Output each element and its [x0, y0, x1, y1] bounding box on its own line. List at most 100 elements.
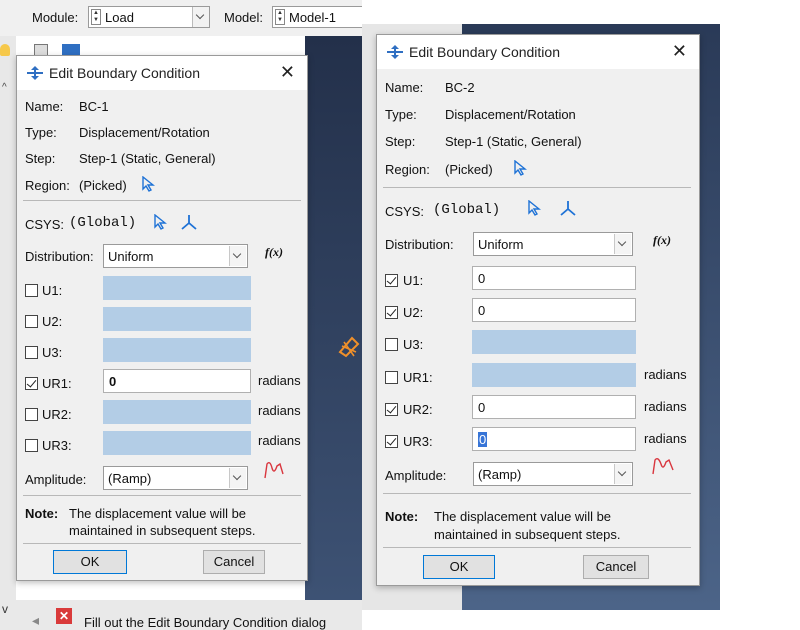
ur1-checkbox[interactable]: [25, 377, 38, 390]
back-arrow-icon[interactable]: ◂: [32, 612, 39, 629]
note-label: Note:: [385, 509, 419, 524]
spin-icon: ▲ ▼: [91, 9, 101, 25]
amplitude-value: (Ramp): [108, 471, 152, 486]
ur1-label: UR1:: [42, 376, 72, 391]
amplitude-curve-icon[interactable]: [263, 460, 285, 480]
model-combo[interactable]: ▲ ▼ Model-1: [272, 6, 362, 28]
dialog-titlebar[interactable]: Edit Boundary Condition ✕: [17, 56, 307, 90]
region-value: (Picked): [79, 178, 127, 193]
close-icon[interactable]: ✕: [280, 62, 295, 83]
ur3-unit: radians: [258, 433, 301, 448]
ur2-label: UR2:: [403, 402, 433, 417]
pick-pointer-icon[interactable]: [141, 176, 155, 192]
dialog-titlebar[interactable]: Edit Boundary Condition ✕: [377, 35, 699, 69]
step-value: Step-1 (Static, General): [79, 151, 216, 166]
prompt-bar: v ◂ ✕ Fill out the Edit Boundary Conditi…: [0, 600, 362, 630]
module-value: Load: [105, 10, 134, 25]
u3-input[interactable]: [472, 330, 636, 354]
cancel-button[interactable]: Cancel: [583, 555, 649, 579]
u3-checkbox[interactable]: [25, 346, 38, 359]
cancel-x-icon[interactable]: ✕: [56, 608, 72, 624]
u1-input[interactable]: [103, 276, 251, 300]
fx-icon[interactable]: f(x): [265, 245, 283, 260]
csys-axes-icon[interactable]: [559, 200, 577, 216]
ur1-checkbox[interactable]: [385, 371, 398, 384]
ur3-checkbox[interactable]: [25, 439, 38, 452]
ok-button[interactable]: OK: [53, 550, 127, 574]
viewport[interactable]: [305, 36, 362, 616]
u2-input[interactable]: [103, 307, 251, 331]
left-toolbox: ^: [0, 36, 16, 616]
ok-button[interactable]: OK: [423, 555, 495, 579]
amplitude-curve-icon[interactable]: [651, 456, 675, 476]
cancel-button[interactable]: Cancel: [203, 550, 265, 574]
spin-icon: ▲ ▼: [275, 9, 285, 25]
type-label: Type:: [385, 107, 417, 122]
ur3-label: UR3:: [42, 438, 72, 453]
u2-checkbox[interactable]: [385, 306, 398, 319]
u1-input[interactable]: 0: [472, 266, 636, 290]
dialog-body: Name: BC-1 Type: Displacement/Rotation S…: [17, 90, 307, 580]
u3-input[interactable]: [103, 338, 251, 362]
chevron-up-icon[interactable]: ^: [2, 82, 7, 93]
region-label: Region:: [385, 162, 430, 177]
dialog-title: Edit Boundary Condition: [409, 44, 560, 60]
ur3-input[interactable]: 0: [472, 427, 636, 451]
model-label: Model:: [224, 10, 264, 25]
ur1-label: UR1:: [403, 370, 433, 385]
step-label: Step:: [25, 151, 56, 166]
u1-label: U1:: [403, 273, 424, 288]
distribution-value: Uniform: [108, 249, 154, 264]
type-value: Displacement/Rotation: [445, 107, 576, 122]
pick-pointer-icon[interactable]: [527, 200, 541, 216]
dialog-title: Edit Boundary Condition: [49, 65, 200, 81]
chevron-down-icon: [229, 468, 246, 488]
ur2-checkbox[interactable]: [25, 408, 38, 421]
amplitude-select[interactable]: (Ramp): [103, 466, 248, 490]
chevron-down-icon[interactable]: v: [2, 602, 8, 616]
close-icon[interactable]: ✕: [672, 41, 687, 62]
distribution-label: Distribution:: [25, 249, 94, 264]
model-value: Model-1: [289, 10, 336, 25]
u1-checkbox[interactable]: [385, 274, 398, 287]
ur2-checkbox[interactable]: [385, 403, 398, 416]
u1-checkbox[interactable]: [25, 284, 38, 297]
csys-axes-icon[interactable]: [180, 214, 198, 230]
ur2-input[interactable]: [103, 400, 251, 424]
note-line-1: The displacement value will be: [69, 506, 247, 521]
csys-label: CSYS:: [25, 217, 65, 232]
distribution-select[interactable]: Uniform: [103, 244, 248, 268]
amplitude-select[interactable]: (Ramp): [473, 462, 633, 486]
chevron-down-icon: [614, 464, 631, 484]
ur3-input[interactable]: [103, 431, 251, 455]
step-label: Step:: [385, 134, 416, 149]
name-label: Name:: [385, 80, 424, 95]
separator: [383, 187, 691, 188]
ur3-checkbox[interactable]: [385, 435, 398, 448]
u3-checkbox[interactable]: [385, 338, 398, 351]
ur3-selected-value: 0: [478, 432, 488, 447]
pick-pointer-icon[interactable]: [153, 214, 167, 230]
pick-pointer-icon[interactable]: [513, 160, 527, 176]
name-value: BC-2: [445, 80, 475, 95]
amplitude-label: Amplitude:: [385, 468, 447, 483]
note-line-2: maintained in subsequent steps.: [69, 523, 256, 538]
chevron-down-icon: [614, 234, 631, 254]
chevron-down-icon: [192, 7, 209, 27]
distribution-select[interactable]: Uniform: [473, 232, 633, 256]
u2-checkbox[interactable]: [25, 315, 38, 328]
ur1-input[interactable]: [472, 363, 636, 387]
ur2-label: UR2:: [42, 407, 72, 422]
distribution-value: Uniform: [478, 237, 524, 252]
ur2-input[interactable]: 0: [472, 395, 636, 419]
csys-value: (Global): [433, 202, 501, 218]
distribution-label: Distribution:: [385, 237, 454, 252]
boundary-condition-icon: [387, 45, 403, 59]
ur1-input[interactable]: 0: [103, 369, 251, 393]
fx-icon[interactable]: f(x): [653, 233, 671, 248]
module-combo[interactable]: ▲ ▼ Load: [88, 6, 210, 28]
u2-input[interactable]: 0: [472, 298, 636, 322]
amplitude-label: Amplitude:: [25, 472, 87, 487]
separator: [383, 493, 691, 494]
amplitude-value: (Ramp): [478, 467, 522, 482]
